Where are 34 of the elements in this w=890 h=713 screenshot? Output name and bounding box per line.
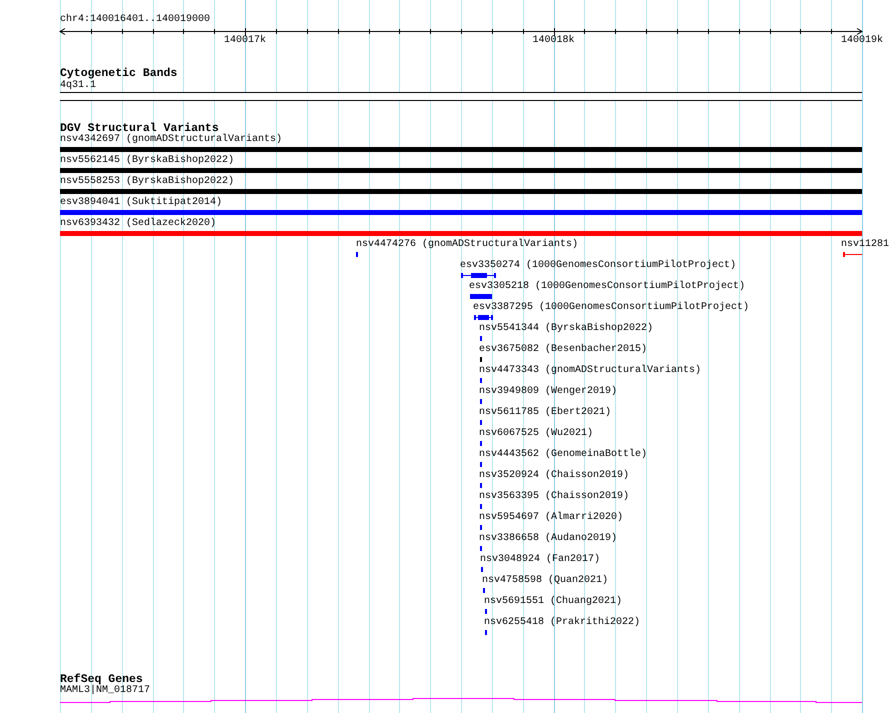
tick-label: 140018k [532,35,575,47]
feature-label: nsv4474276 (gnomADStructuralVariants) [356,239,578,251]
feature-label: esv3350274 (1000GenomesConsortiumPilotProject) [460,260,736,272]
track-title: Cytogenetic Bands [60,67,178,80]
gene-label: MAML3|NM_018717 [60,685,150,697]
tick-label: 140019k [841,35,884,47]
feature-label: nsv4758598 (Quan2021) [482,575,608,587]
feature-label: nsv4342697 (gnomADStructuralVariants) [60,134,282,146]
feature-label: esv3675082 (Besenbacher2015) [479,344,648,356]
feature-label: nsv5691551 (Chuang2021) [484,596,622,608]
feature-label: nsv11281 [841,239,890,251]
feature-label: esv3305218 (1000GenomesConsortiumPilotProject) [469,281,746,293]
feature-label: nsv3048924 (Fan2017) [480,554,600,566]
feature-label: nsv5611785 (Ebert2021) [479,407,612,419]
track-title: RefSeq Genes [60,673,143,686]
feature-label: nsv6255418 (Prakrithi2022) [484,617,640,629]
feature-label: nsv4473343 (gnomADStructuralVariants) [479,365,702,377]
band-label: 4q31.1 [60,80,96,92]
track-title: DGV Structural Variants [60,122,219,135]
feature-label: nsv5562145 (ByrskaBishop2022) [60,155,234,167]
feature-label: nsv3520924 (Chaisson2019) [479,470,630,482]
feature-label: esv3894041 (Suktitipat2014) [60,197,222,209]
feature-label: nsv3563395 (Chaisson2019) [479,491,630,503]
tick-label: 140017k [224,35,266,47]
feature-label: nsv6067525 (Wu2021) [479,428,594,440]
feature-label: nsv5541344 (ByrskaBishop2022) [479,323,654,335]
feature-label: nsv3386658 (Audano2019) [479,533,618,545]
feature-label: nsv5954697 (Almarri2020) [479,512,624,524]
feature-label: esv3387295 (1000GenomesConsortiumPilotProject) [473,302,750,314]
feature-label: nsv4443562 (GenomeinaBottle) [479,449,648,461]
location-label: chr4:140016401..140019000 [60,14,210,26]
feature-label: nsv6393432 (Sedlazeck2020) [60,218,216,230]
feature-label: nsv3949809 (Wenger2019) [479,386,618,398]
feature-label: nsv5558253 (ByrskaBishop2022) [60,176,234,188]
